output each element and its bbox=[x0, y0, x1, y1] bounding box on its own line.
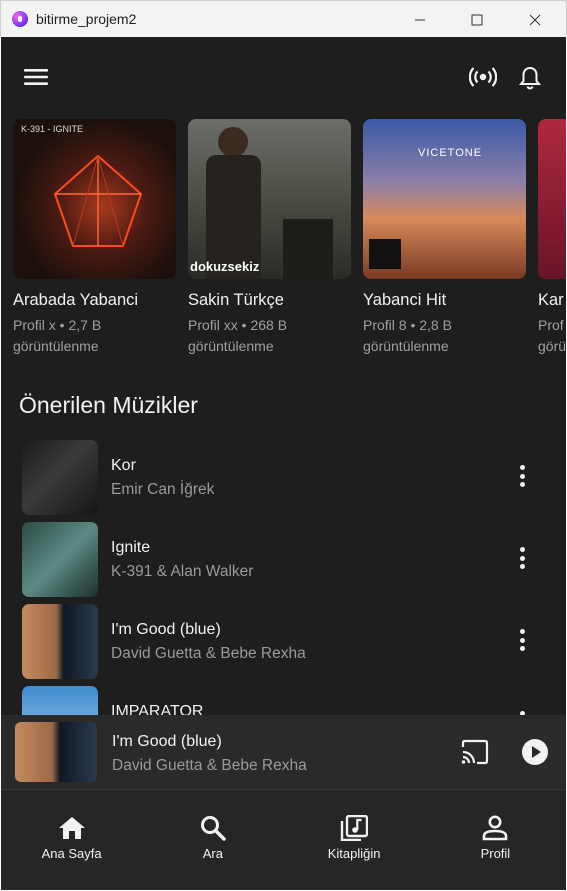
cover-caption: K-391 - IGNITE bbox=[21, 124, 84, 134]
playlist-card[interactable]: K-391 - IGNITE Arabada Yabanci Profil x … bbox=[13, 119, 176, 357]
playlist-cover: K-391 - IGNITE bbox=[13, 119, 176, 279]
label-logo bbox=[369, 239, 401, 269]
playlist-cards: K-391 - IGNITE Arabada Yabanci Profil x … bbox=[13, 119, 566, 357]
song-title: I'm Good (blue) bbox=[111, 621, 221, 638]
mini-player[interactable]: I'm Good (blue) David Guetta & Bebe Rexh… bbox=[1, 715, 566, 789]
bottom-nav: Ana Sayfa Ara Kitapliğin Profil bbox=[1, 789, 566, 890]
playlist-meta: Profil 8 • 2,8 B bbox=[363, 317, 452, 333]
more-options-icon[interactable] bbox=[515, 547, 529, 569]
maximize-button[interactable] bbox=[448, 1, 506, 38]
now-playing-thumbnail bbox=[15, 722, 97, 782]
playlist-title: Kar bbox=[538, 291, 564, 309]
nav-item-home[interactable]: Ana Sayfa bbox=[1, 790, 142, 890]
menu-icon[interactable] bbox=[23, 67, 49, 87]
playlist-title: Sakin Türkçe bbox=[188, 291, 284, 309]
playlist-cover bbox=[538, 119, 566, 279]
minimize-button[interactable] bbox=[391, 1, 449, 38]
list-item[interactable]: Kor Emir Can İğrek bbox=[1, 439, 566, 521]
app-body: K-391 - IGNITE Arabada Yabanci Profil x … bbox=[1, 37, 566, 890]
library-icon bbox=[340, 815, 369, 841]
nav-label: Ana Sayfa bbox=[41, 846, 102, 861]
song-artist: David Guetta & Bebe Rexha bbox=[111, 645, 306, 662]
broadcast-icon[interactable] bbox=[468, 64, 498, 90]
playlist-meta-2: görüntülenme bbox=[13, 338, 99, 354]
bell-icon[interactable] bbox=[517, 64, 543, 92]
nav-item-search[interactable]: Ara bbox=[142, 790, 283, 890]
top-bar bbox=[1, 37, 566, 117]
singer-figure bbox=[218, 127, 248, 157]
section-title: Önerilen Müzikler bbox=[19, 392, 198, 418]
close-icon bbox=[529, 14, 541, 25]
now-playing-artist: David Guetta & Bebe Rexha bbox=[112, 757, 307, 774]
song-thumbnail bbox=[22, 604, 98, 679]
more-options-icon[interactable] bbox=[515, 629, 529, 651]
playlist-cover: dokuzsekiz bbox=[188, 119, 351, 279]
playlist-meta-2: görü bbox=[538, 338, 566, 354]
nav-label: Profil bbox=[480, 846, 511, 861]
playlist-meta-2: görüntülenme bbox=[188, 338, 274, 354]
song-thumbnail bbox=[22, 522, 98, 597]
playlist-card[interactable]: dokuzsekiz Sakin Türkçe Profil xx • 268 … bbox=[188, 119, 351, 357]
song-title: Kor bbox=[111, 457, 136, 474]
window-title: bitirme_projem2 bbox=[36, 11, 137, 27]
cover-caption: VICETONE bbox=[418, 147, 483, 159]
more-options-icon[interactable] bbox=[515, 465, 529, 487]
play-button[interactable] bbox=[521, 738, 549, 766]
list-item[interactable]: Ignite K-391 & Alan Walker bbox=[1, 521, 566, 603]
playlist-card[interactable]: VICETONE Yabanci Hit Profil 8 • 2,8 B gö… bbox=[363, 119, 526, 357]
minimize-icon bbox=[415, 19, 425, 20]
person-icon bbox=[483, 815, 508, 841]
nav-item-profile[interactable]: Profil bbox=[425, 790, 566, 890]
search-icon bbox=[200, 816, 226, 841]
crystal-art bbox=[53, 154, 143, 247]
playlist-meta: Profil xx • 268 B bbox=[188, 317, 288, 333]
home-icon bbox=[58, 817, 85, 839]
nav-label: Kitapliğin bbox=[327, 846, 381, 861]
band-figure bbox=[283, 219, 333, 279]
song-artist: K-391 & Alan Walker bbox=[111, 563, 254, 580]
playlist-meta-2: görüntülenme bbox=[363, 338, 449, 354]
song-thumbnail bbox=[22, 440, 98, 515]
song-artist: Emir Can İğrek bbox=[111, 481, 215, 498]
playlist-title: Arabada Yabanci bbox=[13, 291, 139, 309]
cast-icon[interactable] bbox=[459, 738, 491, 766]
now-playing-title: I'm Good (blue) bbox=[112, 733, 222, 750]
maximize-icon bbox=[471, 14, 483, 25]
cover-caption: dokuzsekiz bbox=[190, 259, 260, 274]
nav-label: Ara bbox=[202, 846, 223, 861]
nav-item-library[interactable]: Kitapliğin bbox=[284, 790, 425, 890]
playlist-title: Yabanci Hit bbox=[363, 291, 447, 309]
play-icon bbox=[522, 739, 548, 765]
playlist-card[interactable]: Kar Prof görü bbox=[538, 119, 566, 357]
playlist-meta: Prof bbox=[538, 317, 564, 333]
song-title: Ignite bbox=[111, 539, 151, 556]
app-icon bbox=[12, 11, 28, 27]
close-button[interactable] bbox=[506, 1, 564, 38]
playlist-meta: Profil x • 2,7 B bbox=[13, 317, 102, 333]
window-titlebar: bitirme_projem2 bbox=[0, 0, 567, 37]
list-item[interactable]: I'm Good (blue) David Guetta & Bebe Rexh… bbox=[1, 603, 566, 685]
playlist-cover: VICETONE bbox=[363, 119, 526, 279]
